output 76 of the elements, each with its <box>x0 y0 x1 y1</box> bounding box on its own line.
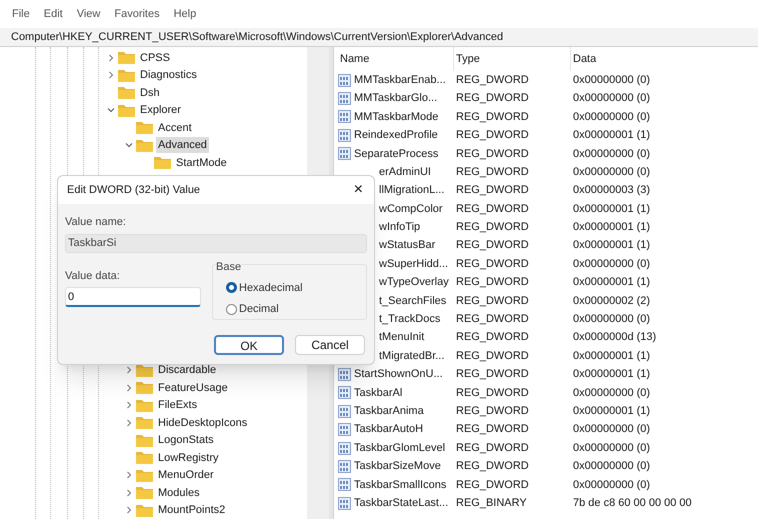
table-cell-text: 0x00000003 (3) <box>572 183 652 198</box>
table-cell-text: TaskbarGlomLevel <box>354 440 446 456</box>
table-cell-text: REG_DWORD <box>455 422 530 438</box>
table-cell-text: 0x00000002 (2) <box>572 294 652 309</box>
table-cell-text: REG_DWORD <box>455 183 530 198</box>
table-cell-text: REG_DWORD <box>455 312 530 328</box>
table-cell-text: 0x00000001 (1) <box>572 275 652 290</box>
table-cell-text: REG_DWORD <box>455 256 530 272</box>
table-cell-text: REG_DWORD <box>455 367 530 382</box>
table-cell-text: TaskbarSizeMove <box>354 459 441 474</box>
table-cell-text: 0x00000000 (0) <box>572 91 652 106</box>
table-cell-text: REG_DWORD <box>455 478 530 493</box>
table-cell-text: 0x00000000 (0) <box>572 164 652 180</box>
table-cell-text: 0x00000000 (0) <box>572 459 652 474</box>
table-cell-text: REG_DWORD <box>455 146 530 162</box>
table-cell-text: TaskbarAnima <box>354 404 424 419</box>
table-cell-text: TaskbarAl <box>354 386 402 401</box>
table-cell-text: 0x00000000 (0) <box>572 478 652 493</box>
table-cell-text: t_SearchFiles <box>379 294 446 309</box>
table-cell-text: REG_DWORD <box>455 238 530 254</box>
table-cell-text: 0x0000000d (13) <box>572 330 658 346</box>
table-cell-text: 0x00000000 (0) <box>572 256 652 272</box>
field-label: Value name: <box>65 215 127 230</box>
table-cell-text: REG_DWORD <box>455 128 530 144</box>
table-cell-text: erAdminUI <box>379 164 431 180</box>
table-cell-text: REG_DWORD <box>455 110 530 125</box>
table-cell-text: 0x00000000 (0) <box>572 72 652 88</box>
field-label: Value data: <box>65 268 121 284</box>
table-cell-text: 0x00000000 (0) <box>572 312 652 328</box>
table-cell-text: REG_DWORD <box>455 404 530 419</box>
table-cell-text: wTypeOverlay <box>379 275 449 290</box>
table-cell-text: 0x00000001 (1) <box>572 348 652 364</box>
table-cell-text: TaskbarAutoH <box>354 422 424 438</box>
table-cell-text: REG_DWORD <box>455 294 530 309</box>
table-cell-text: 0x00000001 (1) <box>572 238 652 254</box>
table-cell-text: 0x00000001 (1) <box>572 202 652 217</box>
table-cell-text: REG_DWORD <box>455 459 530 474</box>
table-cell-text: ReindexedProfile <box>354 128 438 144</box>
table-cell-text: REG_DWORD <box>455 72 530 88</box>
table-cell-text: wSuperHidd... <box>379 256 448 272</box>
table-cell-text: REG_DWORD <box>455 440 530 456</box>
table-cell-text: REG_DWORD <box>455 275 530 290</box>
table-cell-text: 0x00000001 (1) <box>572 367 652 382</box>
table-cell-text: StartShownOnU... <box>354 367 443 382</box>
table-cell-text: REG_DWORD <box>455 220 530 236</box>
table-cell-text: 0x00000000 (0) <box>572 110 652 125</box>
table-cell-text: wCompColor <box>379 202 443 217</box>
table-cell-text: llMigrationL... <box>379 183 444 198</box>
table-cell-text: REG_DWORD <box>455 386 530 401</box>
table-cell-text: 7b de c8 60 00 00 00 00 <box>572 496 693 511</box>
table-cell-text: 0x00000000 (0) <box>572 146 652 162</box>
table-cell-text: REG_DWORD <box>455 202 530 217</box>
table-cell-text: tMigratedBr... <box>379 348 444 364</box>
table-cell-text: 0x00000000 (0) <box>572 422 652 438</box>
table-cell-text: t_TrackDocs <box>379 312 440 328</box>
table-cell-text: TaskbarStateLast... <box>354 496 448 511</box>
group-label: Base <box>216 260 242 272</box>
table-cell-text: MMTaskbarMode <box>354 110 438 125</box>
table-cell-text: REG_DWORD <box>455 91 530 106</box>
table-cell-text: MMTaskbarEnab... <box>354 72 446 88</box>
table-cell-text: 0x00000001 (1) <box>572 128 652 144</box>
table-cell-text: wStatusBar <box>379 238 436 254</box>
table-cell-text: SeparateProcess <box>354 146 438 162</box>
table-cell-text: REG_BINARY <box>455 496 528 511</box>
table-cell-text: TaskbarSmallIcons <box>354 478 446 493</box>
table-cell-text: 0x00000000 (0) <box>572 440 652 456</box>
table-cell-text: REG_DWORD <box>455 330 530 346</box>
table-cell-text: MMTaskbarGlo... <box>354 91 438 106</box>
table-cell-text: 0x00000001 (1) <box>572 220 652 236</box>
table-cell-text: tMenuInit <box>379 330 424 346</box>
table-cell-text: 0x00000000 (0) <box>572 386 652 401</box>
table-cell-text: REG_DWORD <box>455 348 530 364</box>
dialog-title: Edit DWORD (32-bit) Value <box>67 182 200 198</box>
table-cell-text: 0x00000001 (1) <box>572 404 652 419</box>
table-cell-text: REG_DWORD <box>455 164 530 180</box>
table-cell-text: wInfoTip <box>379 220 420 236</box>
